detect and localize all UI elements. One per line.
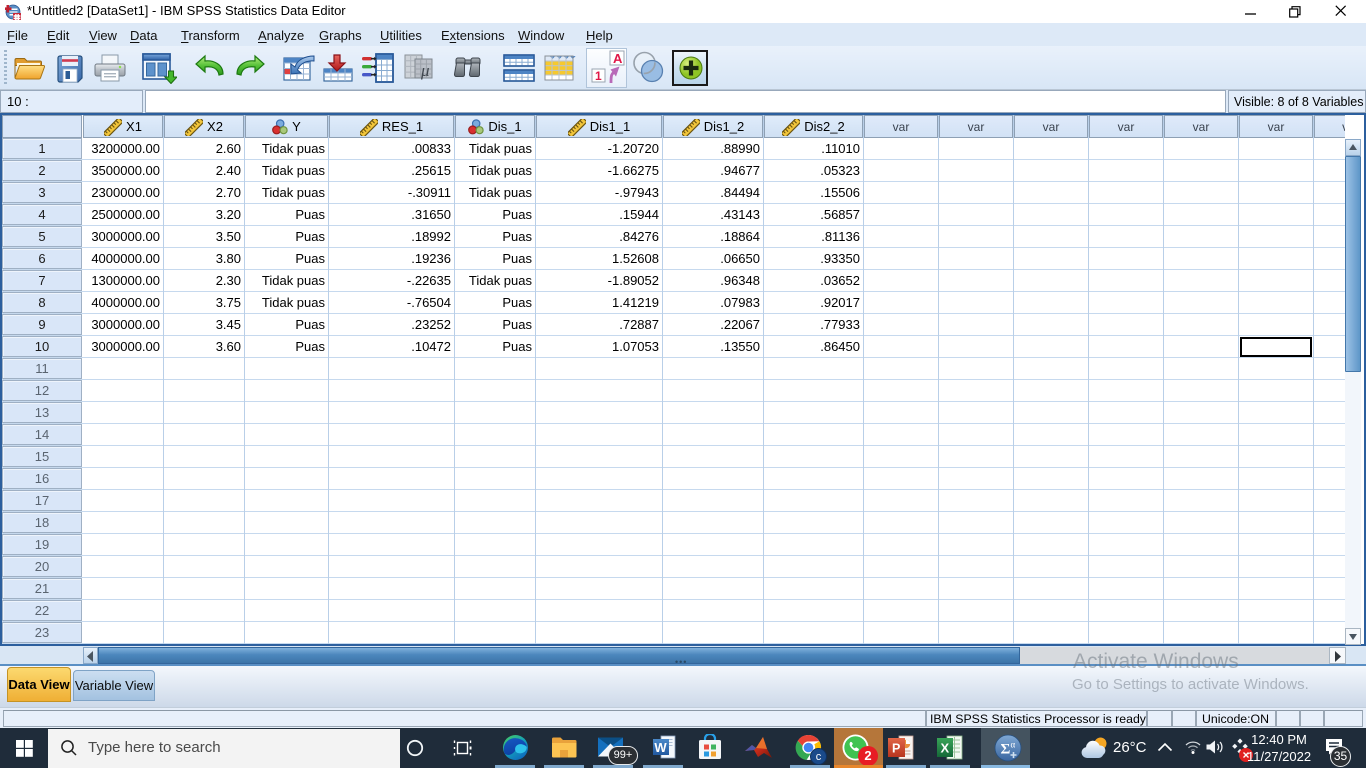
svg-text:Σ: Σ xyxy=(1001,742,1011,758)
svg-text:1: 1 xyxy=(595,69,602,83)
svg-text:μ: μ xyxy=(420,61,430,80)
svg-text:P: P xyxy=(892,742,900,756)
svg-text:α: α xyxy=(1011,740,1016,750)
svg-text:A: A xyxy=(613,51,623,66)
svg-text:W: W xyxy=(654,740,667,755)
svg-text:X: X xyxy=(941,741,950,756)
